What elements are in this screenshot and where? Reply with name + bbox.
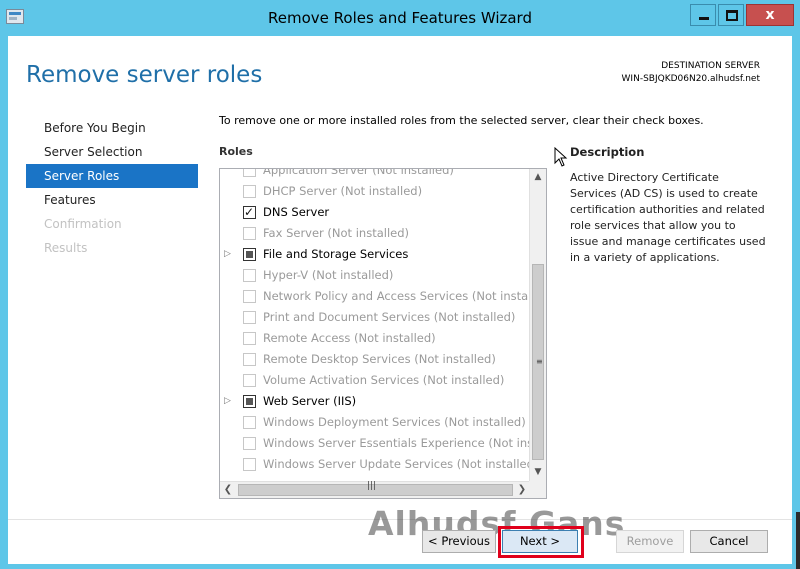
minimize-icon — [699, 17, 709, 20]
role-label: Windows Server Essentials Experience (No… — [263, 436, 530, 450]
role-row: Hyper-V (Not installed) — [220, 265, 530, 286]
watermark: Alhudsf Gans — [368, 504, 626, 543]
nav-item-confirmation: Confirmation — [44, 217, 122, 231]
expand-arrow-icon[interactable]: ▷ — [224, 244, 231, 265]
roles-rows: Application Server (Not installed) DHCP S… — [220, 168, 530, 475]
vertical-scroll-thumb[interactable]: ≡ — [532, 264, 544, 460]
role-checkbox — [243, 416, 256, 429]
horizontal-scrollbar[interactable]: ❮ ||| ❯ — [220, 481, 530, 498]
role-checkbox — [243, 437, 256, 450]
role-label: Fax Server (Not installed) — [263, 226, 410, 240]
scroll-right-icon[interactable]: ❯ — [514, 482, 530, 498]
role-checkbox — [243, 311, 256, 324]
role-row: Windows Deployment Services (Not install… — [220, 412, 530, 433]
desktop-edge — [796, 512, 800, 569]
wizard-client-area: Remove server roles DESTINATION SERVER W… — [8, 36, 792, 564]
role-checkbox — [243, 374, 256, 387]
role-label: Volume Activation Services (Not installe… — [263, 373, 505, 387]
title-bar: Remove Roles and Features Wizard x — [0, 0, 800, 36]
role-checkbox[interactable] — [243, 395, 256, 408]
close-button[interactable]: x — [746, 4, 794, 26]
role-checkbox — [243, 290, 256, 303]
role-row: Fax Server (Not installed) — [220, 223, 530, 244]
intro-text: To remove one or more installed roles fr… — [219, 114, 704, 127]
vertical-scrollbar[interactable]: ▲ ≡ ▼ — [529, 169, 546, 481]
previous-button[interactable]: < Previous — [422, 530, 496, 553]
destination-label: DESTINATION SERVER — [661, 61, 760, 71]
page-title: Remove server roles — [26, 62, 263, 88]
window-title: Remove Roles and Features Wizard — [268, 9, 532, 27]
close-icon: x — [765, 7, 775, 23]
wizard-nav: Before You Begin Server Selection Server R… — [26, 116, 198, 260]
nav-item-results: Results — [44, 241, 88, 255]
nav-item-before-you-begin[interactable]: Before You Begin — [26, 116, 198, 140]
role-row: Remote Desktop Services (Not installed) — [220, 349, 530, 370]
role-checkbox — [243, 353, 256, 366]
remove-button[interactable]: Remove — [616, 530, 684, 553]
role-label: Windows Server Update Services (Not inst… — [263, 457, 530, 471]
role-row[interactable]: ▷ Web Server (IIS) — [220, 391, 530, 412]
nav-item-server-roles[interactable]: Server Roles — [26, 164, 198, 188]
role-label: Network Policy and Access Services (Not … — [263, 289, 530, 303]
grip-icon: ≡ — [536, 357, 543, 366]
roles-heading: Roles — [219, 145, 253, 158]
scrollbar-corner — [529, 481, 546, 498]
role-checkbox — [243, 169, 256, 177]
role-row: Windows Server Essentials Experience (No… — [220, 433, 530, 454]
role-label: Web Server (IIS) — [263, 394, 357, 408]
nav-item-server-selection[interactable]: Server Selection — [26, 140, 198, 164]
role-row: Application Server (Not installed) — [220, 168, 530, 181]
destination-server: DESTINATION SERVER WIN-SBJQKD06N20.alhud… — [622, 60, 760, 86]
role-row[interactable]: ▷ File and Storage Services — [220, 244, 530, 265]
destination-server-name: WIN-SBJQKD06N20.alhudsf.net — [621, 74, 760, 84]
description-text: Active Directory Certificate Services (A… — [570, 171, 766, 264]
role-row: DHCP Server (Not installed) — [220, 181, 530, 202]
scroll-left-icon[interactable]: ❮ — [220, 482, 236, 498]
description-title: Description — [570, 145, 645, 159]
next-button-highlight — [498, 526, 584, 558]
role-checkbox — [243, 185, 256, 198]
role-label: DHCP Server (Not installed) — [263, 184, 423, 198]
role-label: Application Server (Not installed) — [263, 168, 454, 177]
role-checkbox[interactable] — [243, 248, 256, 261]
maximize-button[interactable] — [718, 4, 744, 26]
grip-icon: ||| — [367, 481, 377, 491]
role-label: Print and Document Services (Not install… — [263, 310, 516, 324]
horizontal-scroll-thumb[interactable]: ||| — [238, 481, 513, 496]
role-label: Windows Deployment Services (Not install… — [263, 415, 526, 429]
nav-item-features[interactable]: Features — [26, 188, 198, 212]
role-label: Remote Desktop Services (Not installed) — [263, 352, 496, 366]
role-label: Remote Access (Not installed) — [263, 331, 436, 345]
role-row: Volume Activation Services (Not installe… — [220, 370, 530, 391]
scroll-up-icon[interactable]: ▲ — [530, 169, 546, 186]
role-row: Network Policy and Access Services (Not … — [220, 286, 530, 307]
role-label: DNS Server — [263, 205, 330, 219]
role-checkbox — [243, 269, 256, 282]
roles-list[interactable]: Application Server (Not installed) DHCP S… — [219, 168, 547, 499]
expand-arrow-icon[interactable]: ▷ — [224, 391, 231, 412]
maximize-icon — [726, 10, 738, 21]
role-row: Print and Document Services (Not install… — [220, 307, 530, 328]
role-label: File and Storage Services — [263, 247, 409, 261]
role-row: Remote Access (Not installed) — [220, 328, 530, 349]
role-label: Hyper-V (Not installed) — [263, 268, 394, 282]
mouse-cursor-icon — [554, 147, 568, 167]
minimize-button[interactable] — [690, 4, 716, 26]
role-checkbox — [243, 227, 256, 240]
scroll-down-icon[interactable]: ▼ — [530, 464, 546, 481]
window-edge — [792, 36, 800, 569]
role-checkbox[interactable] — [243, 202, 256, 223]
role-row[interactable]: DNS Server — [220, 202, 530, 223]
role-checkbox — [243, 458, 256, 471]
role-checkbox — [243, 332, 256, 345]
cancel-button[interactable]: Cancel — [690, 530, 768, 553]
role-row: Windows Server Update Services (Not inst… — [220, 454, 530, 475]
